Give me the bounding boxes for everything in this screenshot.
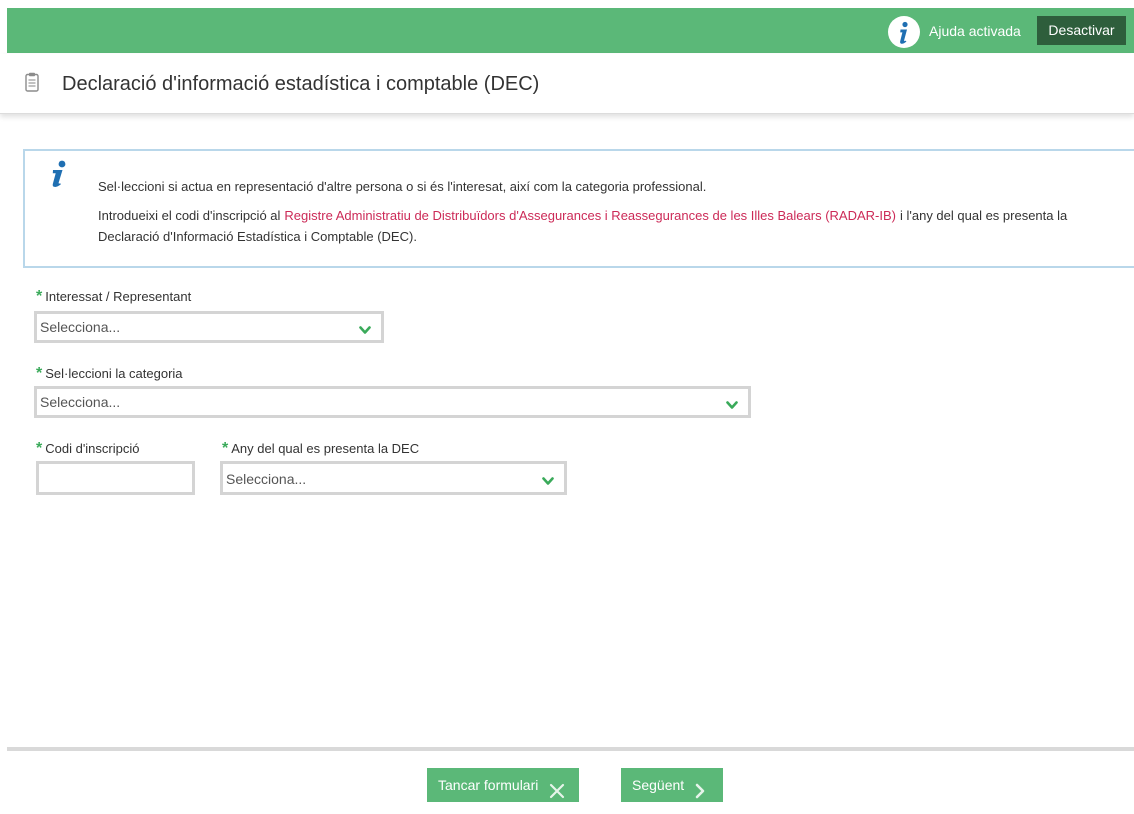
help-info-icon: [888, 16, 920, 48]
interessat-select[interactable]: Selecciona...: [34, 311, 384, 343]
any-select[interactable]: Selecciona...: [220, 461, 567, 495]
page-title: Declaració d'informació estadística i co…: [62, 73, 540, 95]
chevron-right-icon: [694, 777, 706, 811]
categoria-label-text: Sel·leccioni la categoria: [45, 366, 183, 381]
deactivate-help-button[interactable]: Desactivar: [1037, 16, 1126, 45]
categoria-label: * Sel·leccioni la categoria: [36, 365, 183, 383]
clipboard-icon: [25, 72, 39, 97]
any-label-text: Any del qual es presenta la DEC: [231, 441, 420, 456]
any-select-value: Selecciona...: [226, 471, 307, 487]
codi-label-text: Codi d'inscripció: [45, 441, 140, 456]
info-text-line2: Introdueixi el codi d'inscripció al Regis…: [98, 205, 1108, 247]
footer-divider: [7, 747, 1134, 751]
chevron-down-icon: [542, 473, 554, 491]
any-label: * Any del qual es presenta la DEC: [222, 440, 419, 458]
codi-inscripcio-input[interactable]: [36, 461, 195, 495]
codi-label: * Codi d'inscripció: [36, 440, 139, 458]
interessat-select-value: Selecciona...: [40, 319, 121, 335]
interessat-label: * Interessat / Representant: [36, 288, 191, 306]
required-mark: *: [222, 440, 229, 457]
chevron-down-icon: [359, 322, 371, 340]
close-x-icon: [549, 777, 565, 811]
categoria-select[interactable]: Selecciona...: [34, 386, 751, 418]
required-mark: *: [36, 365, 43, 382]
radar-ib-link[interactable]: Registre Administratiu de Distribuïdors …: [284, 208, 896, 223]
help-status-text: Ajuda activada: [929, 23, 1021, 39]
required-mark: *: [36, 288, 43, 305]
chevron-down-icon: [726, 397, 738, 415]
close-form-button[interactable]: Tancar formulari: [427, 768, 579, 802]
info-icon: [48, 160, 70, 193]
close-form-label: Tancar formulari: [438, 777, 539, 793]
interessat-label-text: Interessat / Representant: [45, 289, 192, 304]
required-mark: *: [36, 440, 43, 457]
next-label: Següent: [632, 777, 685, 793]
info-text-before-link: Introdueixi el codi d'inscripció al: [98, 208, 281, 223]
next-button[interactable]: Següent: [621, 768, 723, 802]
info-text-line1: Sel·leccioni si actua en representació d…: [98, 179, 707, 194]
categoria-select-value: Selecciona...: [40, 394, 121, 410]
